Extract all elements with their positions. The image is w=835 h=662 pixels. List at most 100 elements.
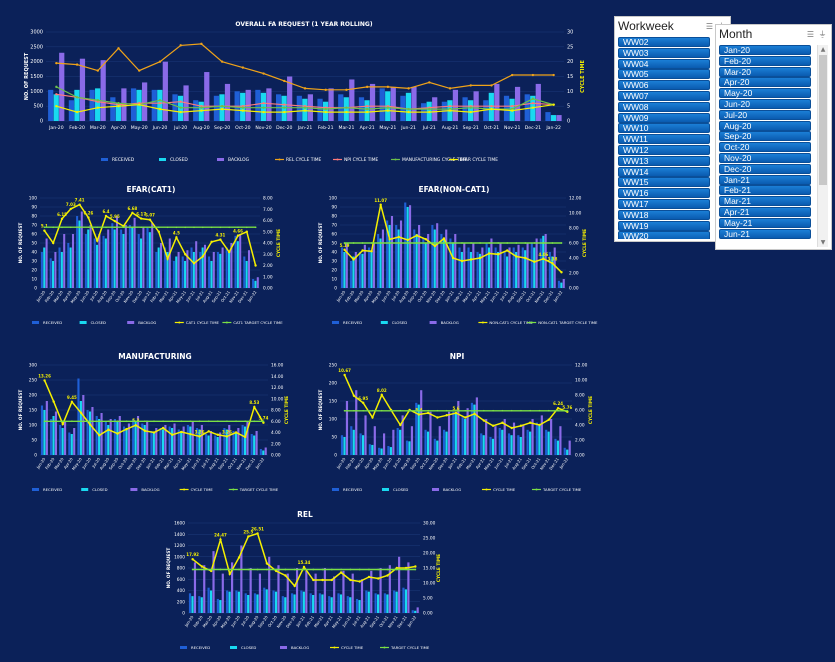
bar-received — [411, 610, 414, 613]
workweek-slicer-item[interactable]: WW09 — [618, 112, 710, 123]
month-scroll-thumb[interactable] — [819, 55, 827, 185]
bar-closed — [377, 594, 380, 613]
y-tick-label: 1600 — [174, 521, 185, 527]
y-tick-label: 0 — [40, 119, 43, 125]
bar-received — [359, 433, 362, 455]
legend-swatch — [81, 488, 89, 491]
month-slicer-item[interactable]: Aug-20 — [719, 120, 811, 131]
y-axis-label: NO. OF REQUEST — [18, 223, 24, 264]
bar-backlog — [204, 72, 210, 121]
scroll-up-arrow-icon[interactable]: ▲ — [818, 45, 828, 54]
bar-backlog — [91, 407, 94, 455]
data-point — [365, 110, 369, 114]
month-slicer-item[interactable]: Jun-20 — [719, 98, 811, 109]
bar-closed — [397, 229, 400, 288]
month-slicer-item[interactable]: Jan-21 — [719, 174, 811, 185]
y2-tick-label: 12.00 — [271, 385, 284, 391]
data-point — [262, 72, 265, 75]
month-slicer-item[interactable]: Apr-21 — [719, 206, 811, 217]
x-tick-label: May-20 — [370, 289, 382, 304]
data-point — [184, 253, 187, 256]
bar-received — [557, 280, 560, 288]
workweek-slicer-item[interactable]: WW19 — [618, 220, 710, 231]
chart-overall-fa-request[interactable]: OVERALL FA REQUEST (1 YEAR ROLLING) 0 500 1… — [14, 14, 594, 169]
month-slicer-item[interactable]: Feb-21 — [719, 185, 811, 196]
data-point — [245, 230, 248, 233]
bar-backlog — [221, 573, 224, 613]
workweek-slicer-item[interactable]: WW06 — [618, 80, 710, 91]
x-tick-label: May-21 — [175, 289, 187, 304]
x-tick-label: May-20 — [371, 456, 383, 471]
bar-received — [208, 256, 211, 288]
bar-received — [374, 593, 377, 613]
x-tick-label: Jun-20 — [381, 456, 393, 470]
bar-closed — [78, 220, 81, 288]
month-slicer-item[interactable]: Jan-20 — [719, 45, 811, 55]
y-tick-label: 600 — [177, 577, 185, 583]
multi-select-icon[interactable]: ☰ — [705, 22, 714, 31]
workweek-slicer-item[interactable]: WW02 — [618, 37, 710, 47]
data-label: 4.31 — [215, 233, 225, 238]
bar-backlog — [490, 238, 493, 288]
month-slicer-item[interactable]: Nov-20 — [719, 152, 811, 163]
chart-efar-noncat1[interactable]: EFAR(NON-CAT1) 0 10 20 30 40 50 60 70 80 90 100 0.00… — [312, 180, 598, 330]
data-point — [180, 430, 183, 434]
month-slicer-scrollbar[interactable]: ▲ ▼ — [817, 45, 828, 247]
workweek-slicer-item[interactable]: WW07 — [618, 90, 710, 101]
workweek-slicer-item[interactable]: WW14 — [618, 166, 710, 177]
workweek-slicer-item[interactable]: WW10 — [618, 123, 710, 134]
month-slicer-item[interactable]: Feb-20 — [719, 55, 811, 66]
workweek-slicer-item[interactable]: WW05 — [618, 69, 710, 80]
workweek-slicer-item[interactable]: WW04 — [618, 58, 710, 69]
clear-filter-icon[interactable]: ⏚ — [818, 30, 827, 39]
y2-tick-label: 0.00 — [271, 453, 281, 459]
chart-rel[interactable]: REL 0 200 400 600 800 1000 1200 1400 1600 0.00 5.00… — [160, 505, 450, 655]
workweek-slicer-item[interactable]: WW11 — [618, 134, 710, 145]
data-point — [241, 66, 245, 69]
bar-received — [241, 425, 244, 455]
workweek-slicer-item[interactable]: WW03 — [618, 47, 710, 58]
month-slicer-item[interactable]: Oct-20 — [719, 142, 811, 153]
workweek-slicer-item[interactable]: WW13 — [618, 155, 710, 166]
month-slicer-item[interactable]: Jul-20 — [719, 109, 811, 120]
bar-received — [40, 252, 43, 288]
workweek-slicer[interactable]: Workweek ☰ ⏚ WW02WW03WW04WW05WW06WW07WW0… — [614, 16, 731, 242]
data-point — [256, 568, 259, 571]
month-slicer-item[interactable]: Mar-21 — [719, 196, 811, 207]
data-point — [560, 271, 563, 274]
month-slicer-item[interactable]: Dec-20 — [719, 163, 811, 174]
month-slicer-item[interactable]: May-20 — [719, 88, 811, 99]
data-point — [542, 257, 545, 260]
data-label: 26.51 — [251, 526, 264, 531]
bar-received — [300, 590, 303, 613]
multi-select-icon[interactable]: ☰ — [806, 30, 815, 39]
scroll-down-arrow-icon[interactable]: ▼ — [818, 238, 828, 247]
y-tick-label: 1200 — [174, 543, 185, 549]
bar-received — [328, 596, 331, 613]
x-tick-label: Dec-20 — [434, 289, 446, 303]
month-slicer-item[interactable]: Mar-20 — [719, 66, 811, 77]
chart-efar-cat1[interactable]: EFAR(CAT1) 0 10 20 30 40 50 60 70 80 90 100 0.00 1.00… — [12, 180, 290, 330]
bar-received — [250, 434, 253, 455]
workweek-slicer-item[interactable]: WW18 — [618, 209, 710, 220]
bar-backlog — [124, 225, 127, 288]
bar-closed — [125, 428, 128, 455]
workweek-slicer-item[interactable]: WW20 — [618, 231, 710, 239]
data-point — [162, 420, 165, 423]
workweek-slicer-item[interactable]: WW17 — [618, 198, 710, 209]
legend-label: RECEIVED — [112, 157, 135, 163]
workweek-slicer-item[interactable]: WW08 — [618, 101, 710, 112]
month-slicer-item[interactable]: Apr-20 — [719, 77, 811, 88]
data-point — [303, 568, 305, 571]
workweek-slicer-item[interactable]: WW15 — [618, 177, 710, 188]
workweek-slicer-item[interactable]: WW16 — [618, 188, 710, 199]
month-slicer-item[interactable]: Sep-20 — [719, 131, 811, 142]
data-point — [75, 96, 79, 99]
bar-received — [110, 97, 116, 121]
month-slicer[interactable]: Month ☰ ⏚ Jan-20 Feb-20 Mar-20 Apr-20 May-20… — [715, 24, 832, 250]
chart-npi[interactable]: NPI 0 50 100 150 200 250 0.00 2.00 4.00 6.00 8.00 10… — [312, 347, 602, 497]
month-slicer-item[interactable]: May-21 — [719, 217, 811, 228]
workweek-slicer-item[interactable]: WW12 — [618, 144, 710, 155]
chart-manufacturing[interactable]: MANUFACTURING 0 50 100 150 200 250 300 0.00 2.00 4… — [12, 347, 298, 497]
month-slicer-item[interactable]: Jun-21 — [719, 228, 811, 239]
